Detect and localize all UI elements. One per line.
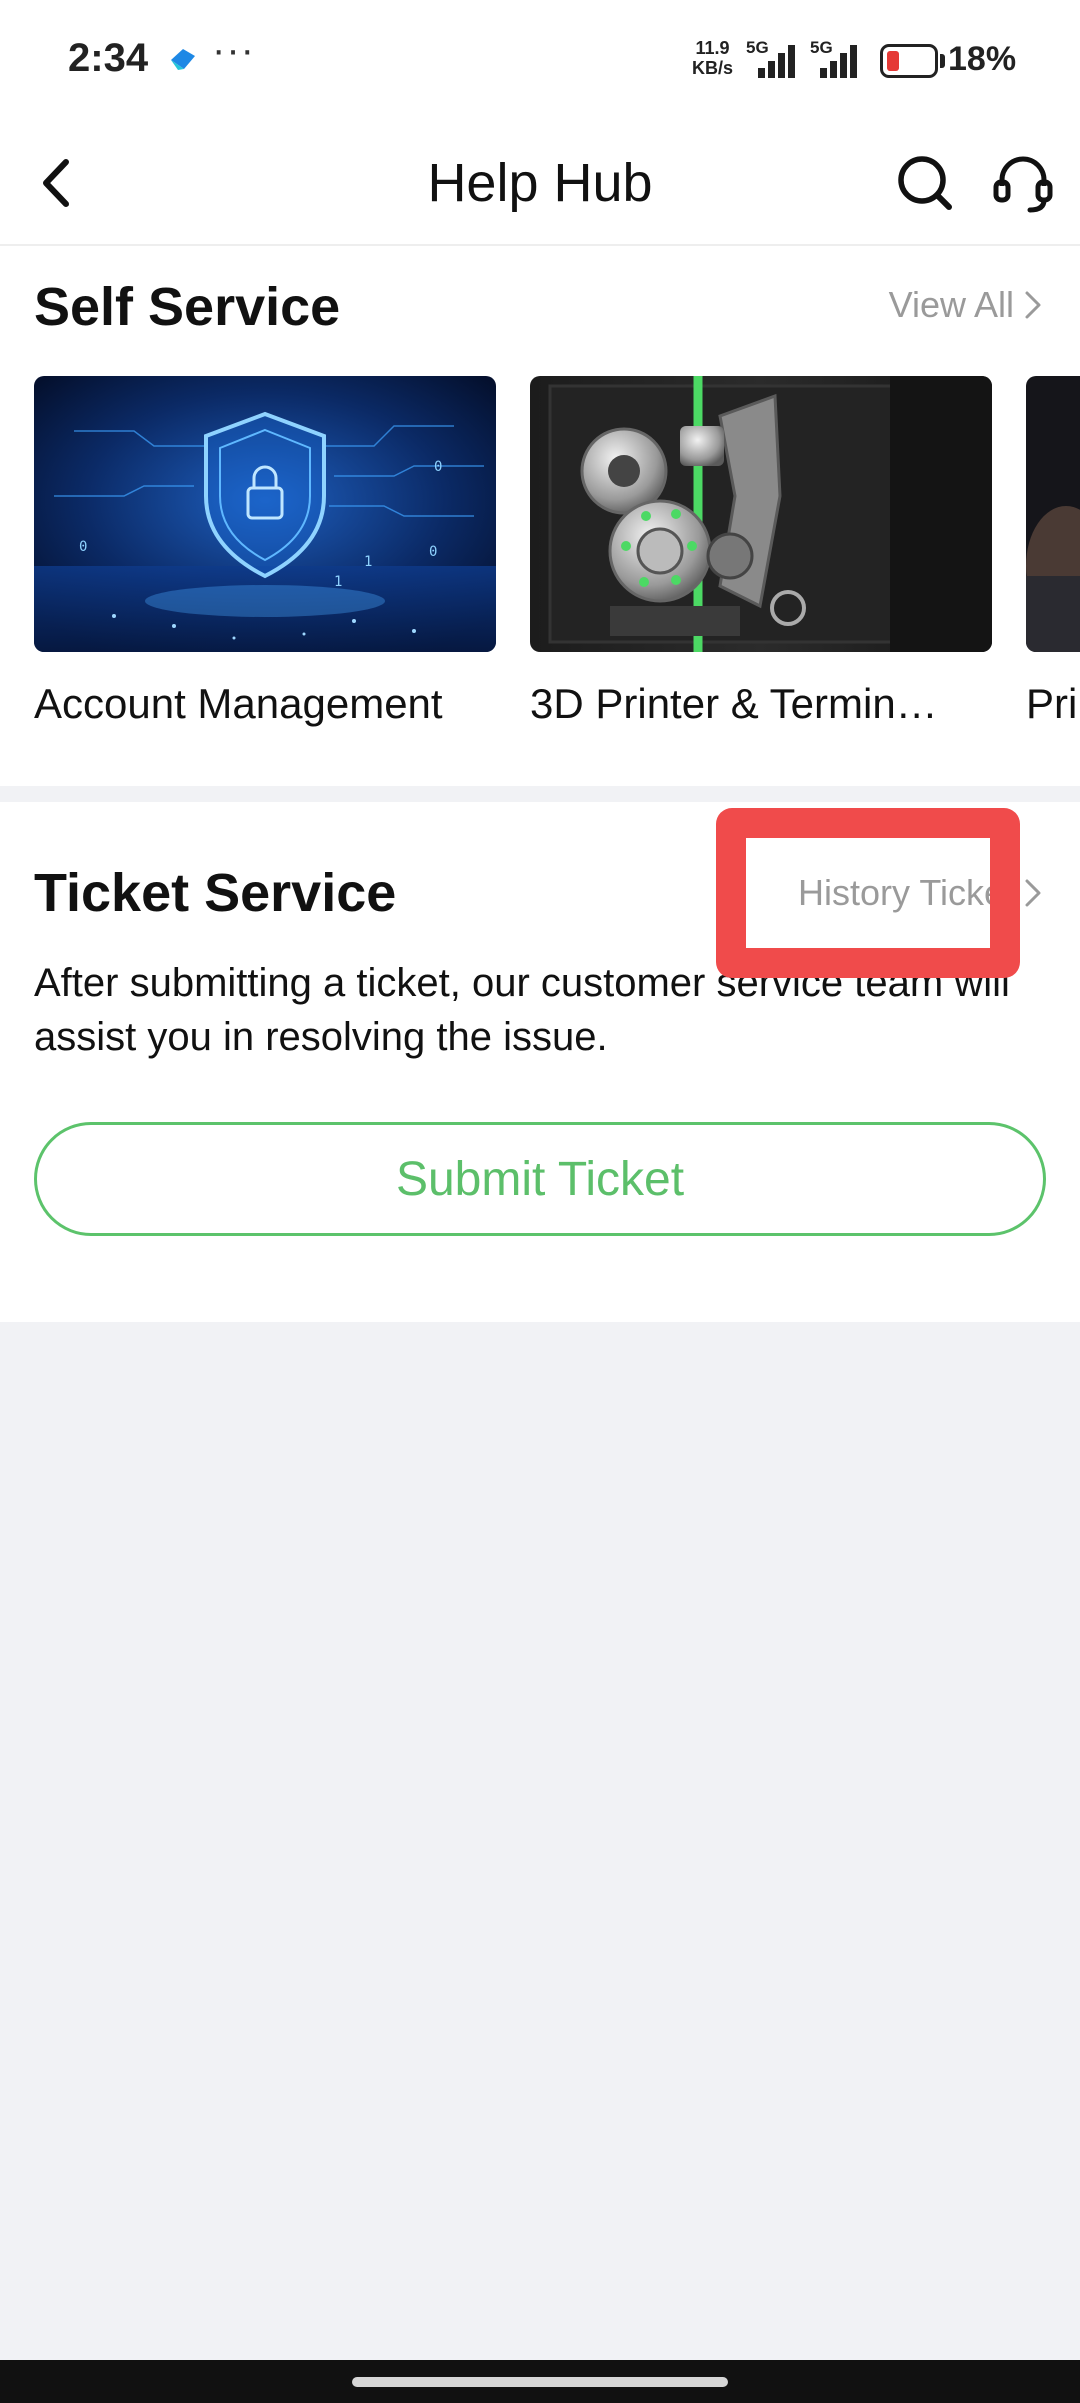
printer-extruder-image (530, 376, 992, 652)
system-nav-bar (0, 2360, 1080, 2403)
view-all-label: View All (888, 284, 1014, 325)
card-partial[interactable]: Pri (1026, 376, 1080, 728)
highlight-annotation-box (716, 808, 1020, 978)
header: Help Hub (0, 122, 1080, 246)
ticket-service-title: Ticket Service (34, 863, 397, 923)
submit-ticket-button[interactable]: Submit Ticket (34, 1122, 1046, 1236)
battery-icon (880, 44, 938, 78)
search-icon[interactable] (892, 150, 958, 216)
status-bar: 2:34 ··· 11.9 KB/s 5G 5G 18% (0, 0, 1080, 122)
status-time: 2:34 (68, 36, 149, 80)
card-label: Pri (1026, 680, 1078, 727)
view-all-link[interactable]: View All (889, 284, 1042, 326)
card-account-management[interactable]: 0 0 1 0 1 Account Management (34, 376, 496, 728)
card-label: Account Management (34, 680, 443, 727)
battery-percentage: 18% (948, 40, 1017, 78)
more-notifications-icon: ··· (212, 28, 255, 72)
svg-text:1: 1 (364, 554, 372, 570)
chevron-right-icon (1025, 879, 1041, 907)
home-indicator[interactable] (352, 2377, 728, 2387)
network-speed: 11.9 KB/s (692, 38, 734, 78)
card-image (1026, 376, 1080, 652)
card-3d-printer[interactable]: 3D Printer & Termin… (530, 376, 992, 728)
app-notification-icon (171, 49, 195, 70)
svg-text:0: 0 (434, 459, 442, 475)
svg-text:1: 1 (334, 574, 342, 590)
svg-text:0: 0 (429, 544, 437, 560)
customer-support-icon[interactable] (990, 148, 1056, 218)
self-service-section: Self Service View All 0 0 1 0 1 Account … (0, 246, 1080, 786)
card-label: 3D Printer & Termin… (530, 680, 938, 727)
chevron-right-icon (1025, 291, 1041, 319)
account-security-image: 0 0 1 0 1 (34, 376, 496, 652)
svg-text:0: 0 (79, 539, 87, 555)
self-service-title: Self Service (34, 277, 341, 337)
